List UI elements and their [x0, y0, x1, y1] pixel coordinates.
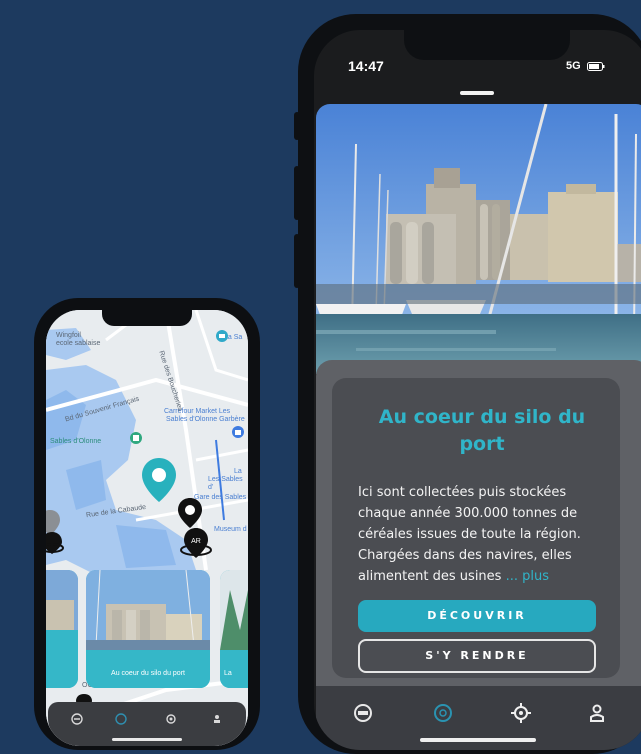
volume-up-button — [294, 166, 300, 220]
home-indicator — [420, 738, 536, 742]
selected-location-pin-icon[interactable] — [142, 458, 176, 502]
shopping-poi-icon[interactable] — [232, 426, 244, 438]
profile-tab-icon[interactable] — [210, 712, 224, 726]
map-label: La — [234, 468, 242, 475]
ar-tab-icon[interactable] — [114, 712, 128, 726]
map-label: Sables d'Olonne — [50, 438, 102, 445]
shop-poi-icon[interactable] — [130, 432, 142, 444]
large-phone: 14:47 5G Au coeur du silo du port Ici so… — [294, 14, 641, 754]
network-label: 5G — [566, 60, 581, 72]
location-pin-icon[interactable] — [178, 498, 202, 528]
map-label: Sables d'Olonne Garbère — [166, 416, 245, 423]
map-tab-icon[interactable] — [70, 712, 84, 726]
ar-tab-icon[interactable] — [432, 702, 454, 724]
location-description: Ici sont collectées puis stockées chaque… — [358, 482, 606, 587]
small-phone: Wingfoil ecole sablaise La Sa Bd du Souv… — [34, 298, 260, 750]
map-label: Wingfoil — [56, 332, 81, 339]
location-card[interactable]: La — [220, 570, 248, 688]
small-phone-notch — [102, 310, 192, 326]
directions-button[interactable]: S'Y RENDRE — [358, 639, 596, 673]
small-phone-screen: Wingfoil ecole sablaise La Sa Bd du Souv… — [46, 310, 248, 746]
map-label: Museum d — [214, 526, 247, 533]
location-card[interactable]: Au coeur du silo du port — [86, 570, 210, 688]
map-tab-icon[interactable] — [352, 702, 374, 724]
card-caption: Au coeur du silo du port — [111, 670, 185, 677]
location-card[interactable] — [46, 570, 78, 688]
card-caption: La — [224, 670, 232, 677]
map-label: Gare des Sables d — [194, 494, 247, 509]
map-label: ecole sablaise — [56, 340, 101, 347]
locate-tab-icon[interactable] — [510, 702, 532, 724]
status-time: 14:47 — [348, 58, 384, 74]
map-label: Les Sables d' — [208, 476, 243, 491]
large-phone-screen: 14:47 5G Au coeur du silo du port Ici so… — [314, 30, 641, 750]
mute-switch — [294, 112, 300, 140]
status-network: 5G — [566, 60, 605, 72]
battery-icon — [586, 61, 605, 71]
volume-down-button — [294, 234, 300, 288]
discover-button[interactable]: DÉCOUVRIR — [358, 600, 596, 632]
home-indicator — [112, 738, 182, 741]
sheet-drag-handle[interactable] — [460, 91, 494, 95]
large-phone-notch — [404, 30, 570, 60]
poi-icon[interactable] — [216, 330, 228, 342]
location-title: Au coeur du silo du port — [378, 406, 586, 455]
ar-marker-icon[interactable]: AR — [180, 528, 212, 558]
profile-tab-icon[interactable] — [586, 702, 608, 724]
ar-marker-icon[interactable] — [46, 532, 64, 554]
card-photo — [46, 570, 78, 688]
locate-tab-icon[interactable] — [164, 712, 178, 726]
read-more-link[interactable]: ... plus — [506, 569, 549, 584]
ar-marker-label: AR — [191, 538, 201, 545]
location-photo — [316, 104, 641, 374]
